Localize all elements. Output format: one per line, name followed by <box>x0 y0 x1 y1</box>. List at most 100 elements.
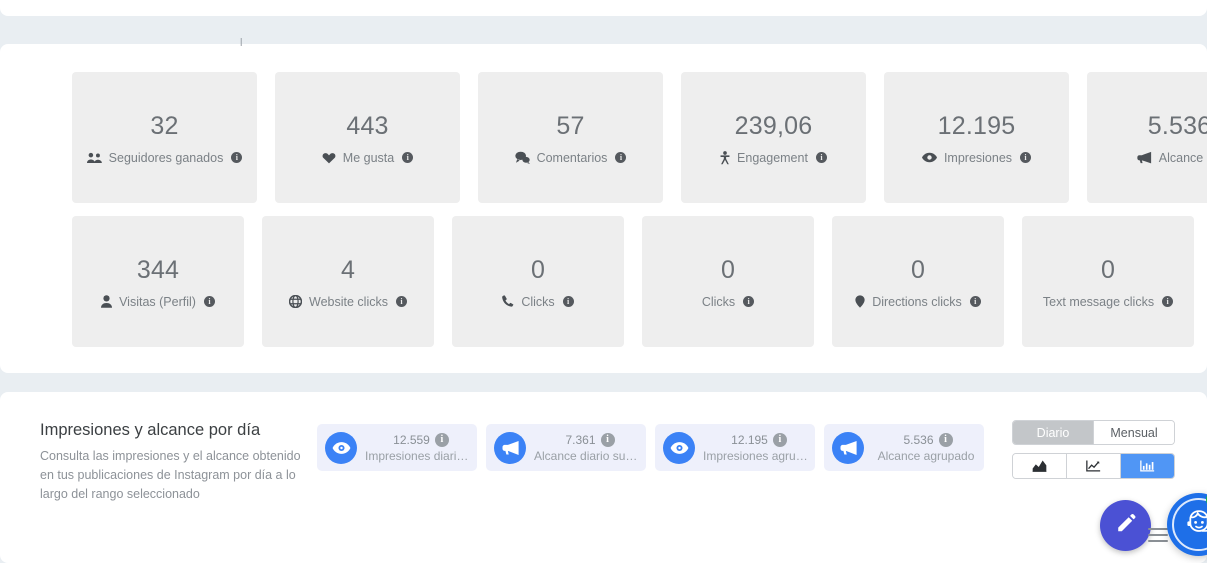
bar-chart-icon <box>1140 460 1155 472</box>
metric-value: 0 <box>1100 255 1116 284</box>
metric-tile-seguidores-ganados[interactable]: 32 Seguidores ganados i <box>72 72 257 203</box>
eye-icon <box>325 431 357 464</box>
info-icon[interactable]: i <box>615 152 627 163</box>
info-icon[interactable]: i <box>402 152 414 163</box>
chip-text: 12.559 i Impresiones diaria... <box>365 432 477 464</box>
area-chart-icon <box>1032 460 1047 472</box>
info-icon[interactable]: i <box>562 296 574 307</box>
chart-type-line[interactable] <box>1067 454 1121 478</box>
metric-tile-me-gusta[interactable]: 443 Me gusta i <box>275 72 460 203</box>
metric-value: 0 <box>530 255 546 284</box>
info-icon[interactable]: i <box>600 432 615 447</box>
info-icon[interactable]: i <box>743 296 755 307</box>
metric-label: Engagement <box>737 150 808 165</box>
metric-tile-alcance[interactable]: 5.536 Alcance i <box>1087 72 1223 203</box>
bullhorn-icon <box>494 431 526 464</box>
metric-value: 0 <box>910 255 926 284</box>
chip-alcance-diario-sumado[interactable]: 7.361 i Alcance diario sum... <box>486 424 646 471</box>
drag-line <box>1148 528 1168 530</box>
chart-type-toggle-group <box>1012 453 1175 479</box>
metric-chip-group: 12.559 i Impresiones diaria... 7.361 i A… <box>317 424 984 471</box>
info-icon[interactable]: i <box>203 296 215 307</box>
chip-value: 5.536 <box>903 432 934 447</box>
chip-alcance-agrupado[interactable]: 5.536 i Alcance agrupado <box>824 424 984 471</box>
info-icon[interactable]: i <box>815 152 827 163</box>
metrics-row-2: 344 Visitas (Perfil) i 4 Website clicks … <box>72 216 1194 347</box>
metric-value: 57 <box>556 111 585 140</box>
bullhorn-icon <box>832 431 864 464</box>
metric-value: 344 <box>136 255 180 284</box>
metric-tile-engagement[interactable]: 239,06 Engagement i <box>681 72 866 203</box>
chip-text: 7.361 i Alcance diario sum... <box>534 432 646 464</box>
phone-icon <box>502 295 514 308</box>
metric-meta: Clicks i <box>502 294 574 309</box>
scrollbar-gutter[interactable] <box>1207 0 1223 563</box>
period-option-mensual[interactable]: Mensual <box>1094 421 1174 444</box>
metric-value: 12.195 <box>937 111 1016 140</box>
info-icon[interactable]: i <box>1020 152 1032 163</box>
chip-value: 7.361 <box>565 432 596 447</box>
drag-line <box>1148 540 1168 542</box>
drag-handle-icon[interactable] <box>1148 528 1168 542</box>
info-icon[interactable]: i <box>395 296 407 307</box>
metric-label: Me gusta <box>342 150 395 165</box>
metric-meta: Clicks i <box>701 294 755 309</box>
chip-label: Impresiones diaria... <box>365 448 474 463</box>
users-icon <box>86 152 102 164</box>
support-agent-icon <box>1182 505 1216 544</box>
metric-tile-comentarios[interactable]: 57 Comentarios i <box>478 72 663 203</box>
chip-impresiones-diarias[interactable]: 12.559 i Impresiones diaria... <box>317 424 477 471</box>
metric-meta: Text message clicks i <box>1042 294 1174 309</box>
metric-meta: Seguidores ganados i <box>86 151 243 165</box>
page-title: Impresiones y alcance por día <box>40 421 261 439</box>
bullhorn-icon <box>1137 151 1152 164</box>
period-option-diario[interactable]: Diario <box>1013 421 1094 444</box>
metric-label: Directions clicks <box>872 294 962 309</box>
metric-label: Impresiones <box>943 150 1013 165</box>
edit-fab-button[interactable] <box>1100 500 1151 551</box>
metric-label: Text message clicks <box>1042 294 1155 309</box>
comments-icon <box>514 151 530 164</box>
info-icon[interactable]: i <box>434 432 449 447</box>
metric-tile-phone-clicks[interactable]: 0 Clicks i <box>452 216 624 347</box>
globe-icon <box>289 295 303 308</box>
metric-tile-website-clicks[interactable]: 4 Website clicks i <box>262 216 434 347</box>
info-icon[interactable]: i <box>938 432 953 447</box>
metric-tile-directions-clicks[interactable]: 0 Directions clicks i <box>832 216 1004 347</box>
info-icon[interactable]: i <box>231 152 243 163</box>
chip-label: Alcance agrupado <box>877 448 975 463</box>
metric-tile-impresiones[interactable]: 12.195 Impresiones i <box>884 72 1069 203</box>
drag-line <box>1148 534 1168 536</box>
metric-label: Comentarios <box>536 150 608 165</box>
metric-value: 5.536 <box>1147 111 1212 140</box>
chip-top: 7.361 i <box>534 432 646 448</box>
chip-label: Impresiones agrup... <box>703 448 813 463</box>
metric-tile-email-clicks[interactable]: 0 Clicks i <box>642 216 814 347</box>
metric-meta: Engagement i <box>720 151 827 165</box>
chip-impresiones-agrupadas[interactable]: 12.195 i Impresiones agrup... <box>655 424 815 471</box>
metric-meta: Directions clicks i <box>855 295 981 309</box>
metric-value: 239,06 <box>734 111 813 140</box>
metric-label: Website clicks <box>309 294 388 309</box>
metric-meta: Comentarios i <box>514 150 627 165</box>
metric-tile-text-message-clicks[interactable]: 0 Text message clicks i <box>1022 216 1194 347</box>
metric-meta: Me gusta i <box>322 150 414 165</box>
metric-label: Alcance <box>1158 150 1204 165</box>
chart-header: Impresiones y alcance por día Consulta l… <box>40 419 315 504</box>
person-running-icon <box>720 150 730 165</box>
chip-value: 12.195 <box>731 432 768 447</box>
metric-meta: Website clicks i <box>289 295 407 309</box>
metric-meta: Visitas (Perfil) i <box>101 295 215 309</box>
info-icon[interactable]: i <box>1162 296 1174 307</box>
metric-label: Clicks <box>701 294 736 309</box>
metrics-panel: l 32 Seguidores ganados i 443 Me gusta i <box>0 37 1223 373</box>
metric-value: 4 <box>340 255 356 284</box>
metrics-row-1: 32 Seguidores ganados i 443 Me gusta i 5… <box>72 72 1223 203</box>
info-icon[interactable]: i <box>772 432 787 447</box>
chart-type-bar[interactable] <box>1121 454 1174 478</box>
metric-label: Clicks <box>521 294 555 309</box>
info-icon[interactable]: i <box>969 296 981 307</box>
metric-tile-visitas-perfil[interactable]: 344 Visitas (Perfil) i <box>72 216 244 347</box>
analytics-page: l 32 Seguidores ganados i 443 Me gusta i <box>0 0 1223 563</box>
chart-type-area[interactable] <box>1013 454 1067 478</box>
